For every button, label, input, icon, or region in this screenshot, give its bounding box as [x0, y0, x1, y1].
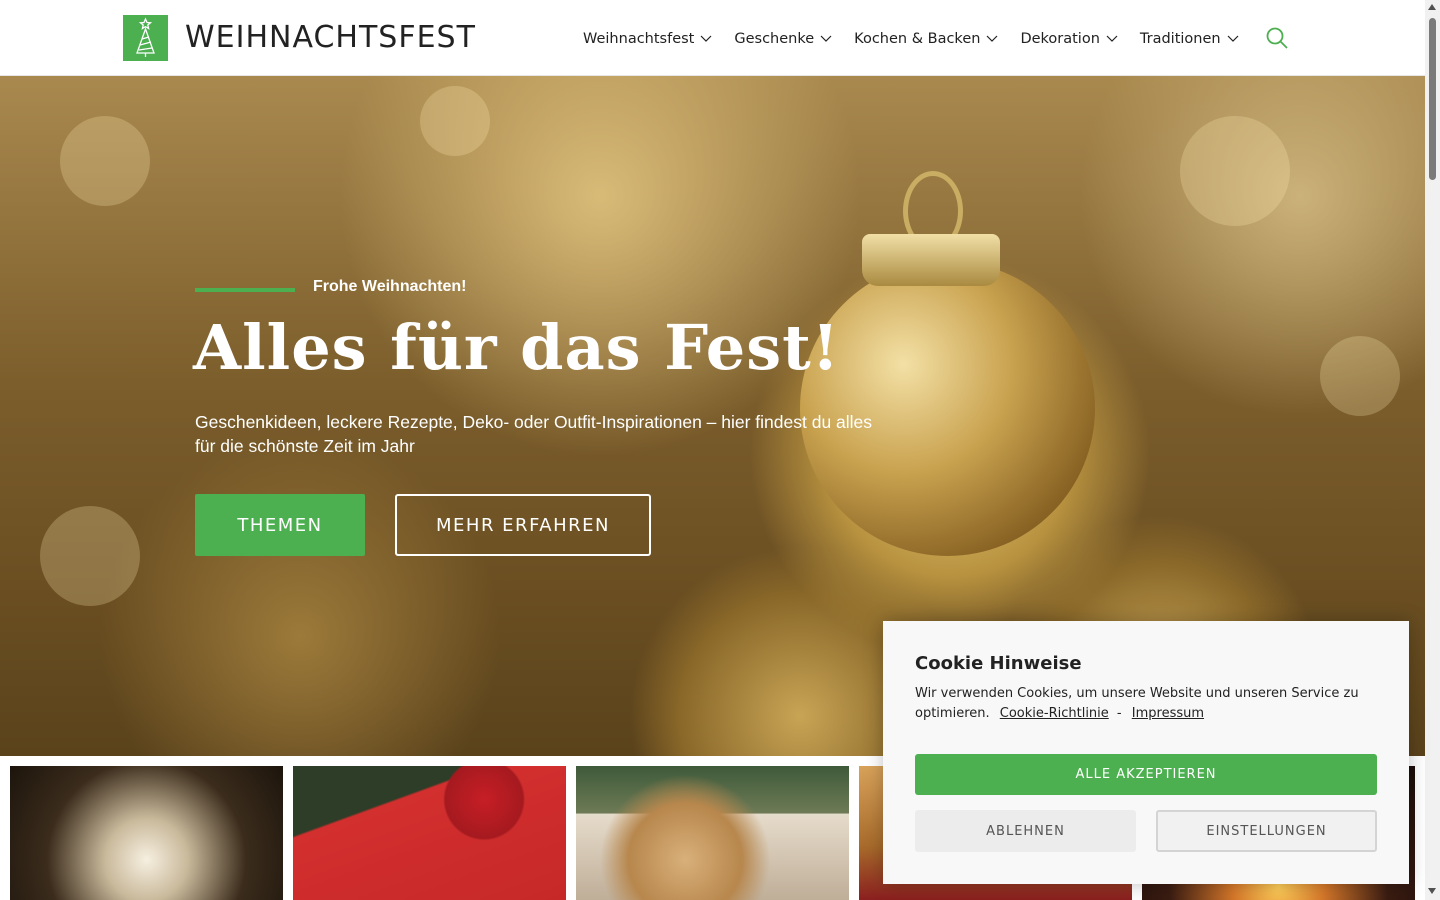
- hero-title: Alles für das Fest!: [193, 311, 840, 384]
- chevron-down-icon: [1106, 35, 1118, 42]
- nav-item-label: Traditionen: [1139, 31, 1221, 47]
- impressum-link[interactable]: Impressum: [1132, 706, 1204, 721]
- bokeh-light: [1320, 336, 1400, 416]
- chevron-down-icon: [987, 35, 998, 42]
- nav-item-kochen-backen[interactable]: Kochen & Backen: [854, 31, 998, 47]
- cookie-title: Cookie Hinweise: [915, 653, 1082, 674]
- nav-item-label: Geschenke: [734, 31, 815, 47]
- chevron-down-icon: [1227, 35, 1239, 42]
- themen-button[interactable]: THEMEN: [195, 494, 365, 556]
- logo-tree-icon[interactable]: [123, 15, 168, 61]
- category-card-image[interactable]: [10, 766, 283, 900]
- nav-item-weihnachtsfest[interactable]: Weihnachtsfest: [583, 31, 712, 47]
- cookie-policy-link[interactable]: Cookie-Richtlinie: [1000, 706, 1109, 721]
- bokeh-light: [1180, 116, 1290, 226]
- main-nav: Weihnachtsfest Geschenke Kochen & Backen…: [583, 27, 1261, 51]
- nav-item-traditionen[interactable]: Traditionen: [1140, 31, 1239, 47]
- decline-button[interactable]: ABLEHNEN: [915, 810, 1136, 852]
- chevron-down-icon: [700, 35, 712, 42]
- bokeh-light: [60, 116, 150, 206]
- cookie-settings-button[interactable]: EINSTELLUNGEN: [1156, 810, 1377, 852]
- chevron-down-icon: [820, 35, 832, 42]
- ornament-cap: [862, 234, 1000, 286]
- hero-kicker: Frohe Weihnachten!: [313, 278, 467, 295]
- ornament-ball: [800, 261, 1095, 556]
- hero-subtitle: Geschenkideen, leckere Rezepte, Deko- od…: [195, 412, 873, 456]
- site-header: WEIHNACHTSFEST Weihnachtsfest Geschenke …: [0, 0, 1425, 76]
- category-card-image[interactable]: [576, 766, 849, 900]
- bokeh-light: [420, 86, 490, 156]
- mehr-erfahren-button[interactable]: MEHR ERFAHREN: [395, 494, 651, 556]
- nav-item-geschenke[interactable]: Geschenke: [734, 31, 832, 47]
- cookie-text: Wir verwenden Cookies, um unsere Website…: [915, 684, 1385, 724]
- scroll-up-arrow-icon[interactable]: [1428, 4, 1436, 10]
- brand-name[interactable]: WEIHNACHTSFEST: [185, 18, 476, 58]
- link-separator: -: [1116, 706, 1122, 721]
- nav-item-label: Dekoration: [1020, 31, 1100, 47]
- cookie-banner: Cookie Hinweise Wir verwenden Cookies, u…: [883, 621, 1409, 884]
- category-card-image[interactable]: [293, 766, 566, 900]
- hero-accent-line: [195, 288, 295, 292]
- nav-item-label: Weihnachtsfest: [583, 31, 695, 47]
- nav-item-dekoration[interactable]: Dekoration: [1020, 31, 1118, 47]
- search-icon[interactable]: [1265, 26, 1289, 50]
- scroll-down-arrow-icon[interactable]: [1428, 888, 1436, 894]
- nav-item-label: Kochen & Backen: [854, 31, 981, 47]
- scrollbar-thumb[interactable]: [1429, 18, 1436, 180]
- bokeh-light: [40, 506, 140, 606]
- accept-all-button[interactable]: ALLE AKZEPTIEREN: [915, 754, 1377, 795]
